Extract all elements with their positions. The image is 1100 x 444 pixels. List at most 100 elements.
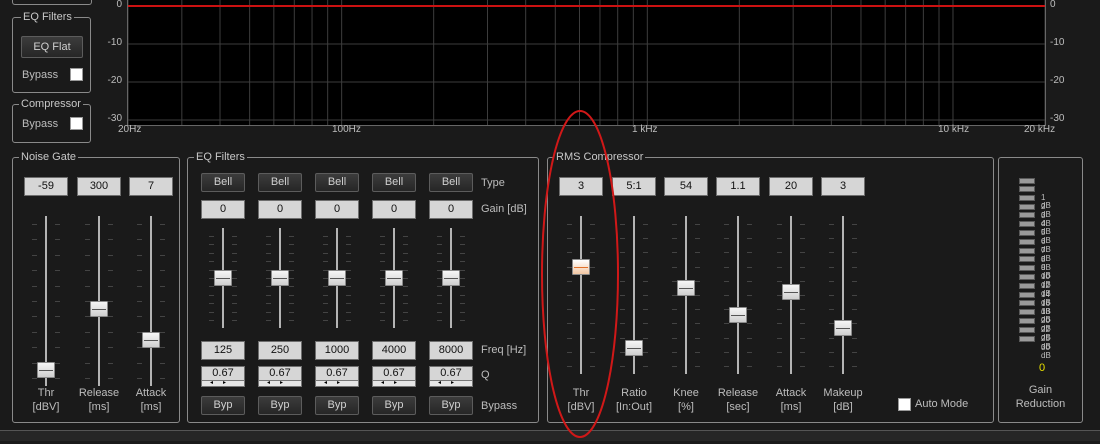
compressor-slider-3-knob[interactable] [729,306,747,323]
eq-band-type-0[interactable]: Bell [201,173,245,192]
noise-gate-value-1[interactable]: 300 [77,177,121,196]
compressor-label-2: Knee [673,387,699,399]
slider-tick [137,378,142,379]
eq-band-slider-0-knob[interactable] [214,270,232,286]
eq-band-type-2[interactable]: Bell [315,173,359,192]
slider-tick [620,295,625,296]
eq-response-graph[interactable] [127,0,1046,126]
eq-band-gain-4[interactable]: 0 [429,200,473,219]
slider-tick [643,337,648,339]
eq-gain-row-label: Gain [dB] [481,203,527,215]
eq-band-bypass-0[interactable]: Byp [201,396,245,415]
compressor-value-3[interactable]: 1.1 [716,177,760,196]
noise-gate-slider-0-knob[interactable] [37,362,55,379]
compressor-value-0[interactable]: 3 [559,177,603,196]
eq-bypass-checkbox[interactable] [70,68,83,81]
slider-tick [232,261,237,263]
eq-filters-section-title: EQ Filters [194,150,247,164]
slider-tick [85,285,90,287]
eq-band-q-spinner-0[interactable]: ◂▸ [201,380,245,387]
slider-tick [747,252,752,254]
eq-band-type-1[interactable]: Bell [258,173,302,192]
eq-band-type-4[interactable]: Bell [429,173,473,192]
eq-band-slider-4-knob[interactable] [442,270,460,286]
eq-band-q-0[interactable]: 0.67 [201,366,245,381]
compressor-slider-5-track[interactable] [842,216,844,374]
noise-gate-slider-0-track[interactable] [45,216,47,386]
eq-band-slider-1-knob[interactable] [271,270,289,286]
slider-tick [829,280,834,282]
compressor-slider-5-knob[interactable] [834,319,852,336]
compressor-value-4[interactable]: 20 [769,177,813,196]
eq-band-freq-3[interactable]: 4000 [372,341,416,360]
slider-tick [567,366,572,367]
noise-gate-unit-2: [ms] [140,401,162,413]
graph-y-label-right: -10 [1050,37,1065,48]
slider-tick [232,294,237,296]
noise-gate-value-0[interactable]: -59 [24,177,68,196]
eq-band-freq-0[interactable]: 125 [201,341,245,360]
slider-tick [289,311,294,313]
eq-band-q-spinner-2[interactable]: ◂▸ [315,380,359,387]
slider-tick [160,316,165,318]
eq-band-slider-3-knob[interactable] [385,270,403,286]
compressor-value-2[interactable]: 54 [664,177,708,196]
eq-band-bypass-4[interactable]: Byp [429,396,473,415]
eq-band-bypass-1[interactable]: Byp [258,396,302,415]
slider-tick [777,280,782,282]
compressor-slider-3-track[interactable] [737,216,739,374]
eq-band-q-1[interactable]: 0.67 [258,366,302,381]
eq-band-q-spinner-1[interactable]: ◂▸ [258,380,302,387]
auto-mode-checkbox[interactable] [898,398,911,411]
eq-band-slider-2-knob[interactable] [328,270,346,286]
eq-band-gain-3[interactable]: 0 [372,200,416,219]
slider-tick [323,252,328,254]
eq-band-gain-0[interactable]: 0 [201,200,245,219]
noise-gate-slider-1-knob[interactable] [90,300,108,317]
slider-tick [55,270,60,272]
eq-band-gain-2[interactable]: 0 [315,200,359,219]
eq-band-bypass-2[interactable]: Byp [315,396,359,415]
slider-tick [747,323,752,325]
eq-band-freq-4[interactable]: 8000 [429,341,473,360]
slider-tick [672,337,677,339]
slider-tick [590,309,595,311]
noise-gate-slider-2-knob[interactable] [142,331,160,348]
eq-band-freq-1[interactable]: 250 [258,341,302,360]
eq-band-q-4[interactable]: 0.67 [429,366,473,381]
compressor-slider-2-knob[interactable] [677,279,695,296]
compressor-value-5[interactable]: 3 [821,177,865,196]
slider-tick [643,252,648,254]
slider-tick [590,366,595,367]
compressor-slider-1-knob[interactable] [625,339,643,356]
slider-tick [55,285,60,287]
slider-tick [829,266,834,268]
slider-tick [55,316,60,318]
slider-tick [829,252,834,254]
eq-band-q-2[interactable]: 0.67 [315,366,359,381]
eq-band-q-spinner-4[interactable]: ◂▸ [429,380,473,387]
compressor-value-1[interactable]: 5:1 [612,177,656,196]
slider-tick [108,316,113,318]
eq-band-q-3[interactable]: 0.67 [372,366,416,381]
eq-band-type-3[interactable]: Bell [372,173,416,192]
meter-cell [1019,274,1035,280]
slider-tick [643,224,648,225]
noise-gate-slider-2-track[interactable] [150,216,152,386]
eq-band-bypass-3[interactable]: Byp [372,396,416,415]
compressor-slider-0-knob[interactable] [572,258,590,275]
noise-gate-value-2[interactable]: 7 [129,177,173,196]
slider-tick [209,244,214,246]
slider-tick [829,238,834,240]
eq-band-gain-1[interactable]: 0 [258,200,302,219]
compressor-slider-4-knob[interactable] [782,284,800,301]
compressor-bypass-checkbox[interactable] [70,117,83,130]
compressor-slider-0-track[interactable] [580,216,582,374]
slider-tick [852,280,857,282]
eq-band-q-spinner-3[interactable]: ◂▸ [372,380,416,387]
eq-flat-button[interactable]: EQ Flat [21,36,83,58]
slider-tick [777,366,782,367]
slider-tick [232,244,237,246]
eq-band-freq-2[interactable]: 1000 [315,341,359,360]
slider-tick [346,278,351,279]
